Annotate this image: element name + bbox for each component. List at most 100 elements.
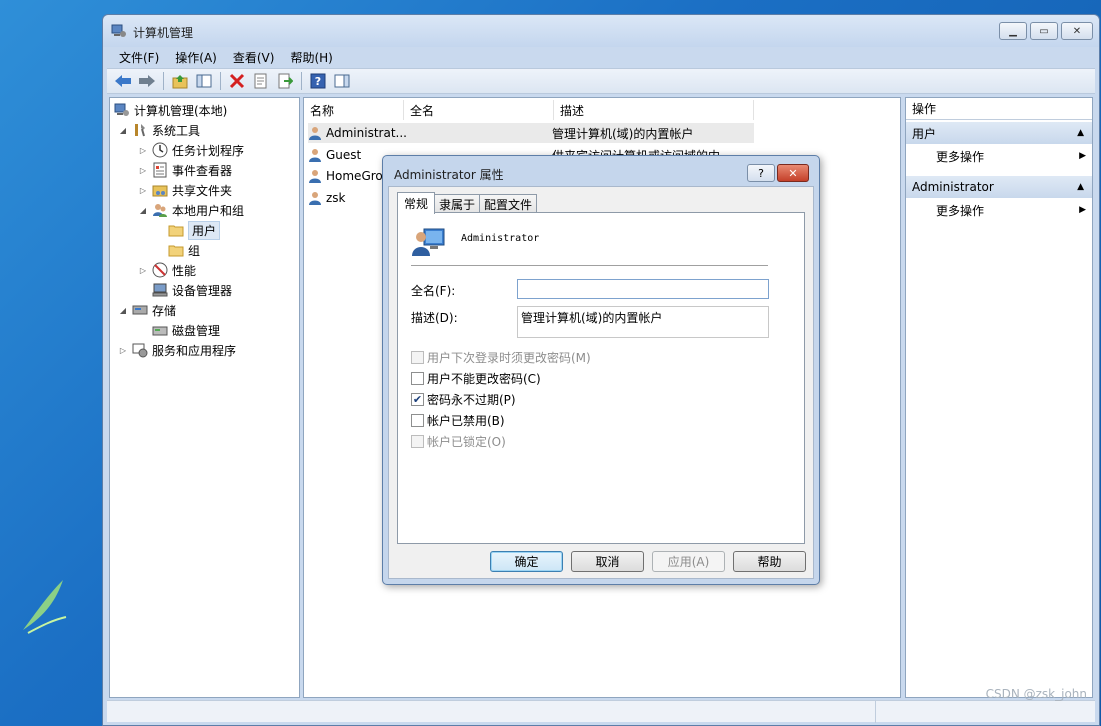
divider — [411, 265, 768, 266]
cannot-change-password-checkbox[interactable]: 用户不能更改密码(C) — [411, 370, 541, 386]
show-hide-action-pane-button[interactable] — [332, 71, 352, 91]
general-tab-panel: Administrator 全名(F): 描述(D): 管理计算机(域)的内置帐… — [397, 212, 805, 544]
row-name: Administrat... — [326, 126, 407, 140]
collapse-icon[interactable]: ◢ — [118, 126, 128, 135]
menu-help[interactable]: 帮助(H) — [290, 49, 332, 66]
ok-button[interactable]: 确定 — [490, 551, 563, 572]
action-more-actions[interactable]: 更多操作 ▶ — [936, 146, 1086, 166]
device-manager-icon — [152, 283, 168, 297]
event-viewer-icon — [153, 162, 167, 178]
toolbar-separator — [220, 72, 221, 90]
must-change-password-checkbox[interactable]: 用户下次登录时须更改密码(M) — [411, 349, 591, 365]
menu-file[interactable]: 文件(F) — [119, 49, 159, 66]
tree-item-storage[interactable]: ◢ 存储 — [118, 300, 176, 320]
tree-item-services-applications[interactable]: ▷ 服务和应用程序 — [118, 340, 236, 360]
collapse-up-icon[interactable]: ▲ — [1077, 182, 1084, 192]
services-icon — [132, 343, 148, 358]
window-title: 计算机管理 — [133, 26, 194, 40]
collapse-up-icon[interactable]: ▲ — [1077, 128, 1084, 138]
up-level-button[interactable] — [170, 71, 190, 91]
help-button[interactable]: ? — [308, 71, 328, 91]
tree-item-event-viewer[interactable]: ▷ 事件查看器 — [138, 160, 232, 180]
action-more-actions[interactable]: 更多操作 ▶ — [936, 200, 1086, 220]
dialog-body: 常规 隶属于 配置文件 Administrator 全名(F): 描述(D): … — [388, 186, 814, 579]
desktop-background — [0, 0, 105, 726]
tree-item-shared-folders[interactable]: ▷ 共享文件夹 — [138, 180, 232, 200]
password-never-expires-checkbox[interactable]: ✔ 密码永不过期(P) — [411, 391, 516, 407]
administrator-properties-dialog: Administrator 属性 ? ✕ 常规 隶属于 配置文件 Adminis… — [382, 155, 820, 585]
svg-text:?: ? — [315, 75, 321, 88]
table-row[interactable]: HomeGro — [308, 166, 383, 186]
close-button[interactable]: ✕ — [1061, 22, 1093, 40]
tree-item-performance[interactable]: ▷ 性能 — [138, 260, 196, 280]
forward-arrow-icon — [139, 75, 155, 87]
row-name: zsk — [326, 191, 346, 205]
maximize-button[interactable]: ▭ — [1030, 22, 1058, 40]
dialog-close-button[interactable]: ✕ — [777, 164, 809, 182]
expand-icon[interactable]: ▷ — [138, 186, 148, 195]
collapse-icon[interactable]: ◢ — [118, 306, 128, 315]
account-locked-checkbox[interactable]: 帐户已锁定(O) — [411, 433, 506, 449]
delete-button[interactable] — [227, 71, 247, 91]
close-icon: ✕ — [788, 166, 798, 180]
dialog-tabs: 常规 隶属于 配置文件 — [397, 192, 538, 214]
dialog-title: Administrator 属性 — [394, 168, 504, 182]
tree-item-users[interactable]: 用户 — [168, 220, 221, 240]
user-icon — [309, 149, 321, 162]
tree-item-task-scheduler[interactable]: ▷ 任务计划程序 — [138, 140, 244, 160]
expand-icon[interactable]: ▷ — [138, 266, 148, 275]
description-label: 描述(D): — [411, 311, 458, 325]
folder-icon — [168, 225, 184, 237]
console-tree-icon — [196, 74, 212, 88]
console-tree-pane: 计算机管理(本地) ◢ 系统工具 ▷ 任务计划程序 ▷ 事件查看器 ▷ 共享文件… — [109, 97, 300, 698]
shared-folder-icon — [152, 185, 168, 197]
tree-item-device-manager[interactable]: 设备管理器 — [152, 280, 232, 300]
account-disabled-checkbox[interactable]: 帐户已禁用(B) — [411, 412, 505, 428]
fullname-label: 全名(F): — [411, 284, 456, 298]
tab-profile[interactable]: 配置文件 — [479, 194, 538, 214]
expand-icon[interactable]: ▷ — [138, 166, 148, 175]
expand-icon[interactable]: ▷ — [118, 346, 128, 355]
table-row[interactable]: Administrat... 管理计算机(域)的内置帐户 — [308, 123, 754, 143]
back-button[interactable] — [113, 71, 133, 91]
toolbar: ? — [107, 68, 1095, 94]
tree-item-groups[interactable]: 组 — [168, 240, 200, 260]
tab-member-of[interactable]: 隶属于 — [434, 194, 481, 214]
toolbar-separator — [163, 72, 164, 90]
column-header-description[interactable]: 描述 — [554, 100, 754, 120]
tab-general[interactable]: 常规 — [397, 192, 436, 214]
performance-icon — [152, 262, 168, 278]
menu-view[interactable]: 查看(V) — [233, 49, 275, 66]
action-section-administrator[interactable]: Administrator ▲ — [906, 176, 1092, 198]
tree-item-disk-management[interactable]: 磁盘管理 — [152, 320, 220, 340]
computer-management-icon — [114, 103, 129, 116]
export-icon — [278, 73, 293, 89]
desktop-leaf-icon — [23, 580, 67, 634]
expand-icon[interactable]: ▷ — [138, 146, 148, 155]
help-button[interactable]: 帮助 — [733, 551, 806, 572]
show-hide-tree-button[interactable] — [194, 71, 214, 91]
tree-item-computer-management[interactable]: 计算机管理(本地) — [114, 100, 227, 120]
tree-item-local-users-groups[interactable]: ◢ 本地用户和组 — [138, 200, 244, 220]
properties-button[interactable] — [251, 71, 271, 91]
back-arrow-icon — [115, 75, 131, 87]
collapse-icon[interactable]: ◢ — [138, 206, 148, 215]
export-list-button[interactable] — [275, 71, 295, 91]
minimize-button[interactable]: ▁ — [999, 22, 1027, 40]
description-input[interactable]: 管理计算机(域)的内置帐户 — [517, 306, 769, 338]
forward-button[interactable] — [137, 71, 157, 91]
apply-button[interactable]: 应用(A) — [652, 551, 725, 572]
user-icon — [309, 170, 321, 183]
maximize-icon: ▭ — [1039, 25, 1049, 37]
fullname-input[interactable] — [517, 279, 769, 299]
watermark: CSDN @zsk_john — [985, 687, 1087, 701]
menu-action[interactable]: 操作(A) — [175, 49, 217, 66]
column-header-fullname[interactable]: 全名 — [404, 100, 554, 120]
column-header-name[interactable]: 名称 — [304, 100, 404, 120]
cancel-button[interactable]: 取消 — [571, 551, 644, 572]
tree-item-system-tools[interactable]: ◢ 系统工具 — [118, 120, 200, 140]
dialog-help-button[interactable]: ? — [747, 164, 775, 182]
properties-icon — [254, 73, 267, 89]
table-row[interactable]: zsk — [308, 188, 346, 208]
action-section-users[interactable]: 用户 ▲ — [906, 122, 1092, 144]
